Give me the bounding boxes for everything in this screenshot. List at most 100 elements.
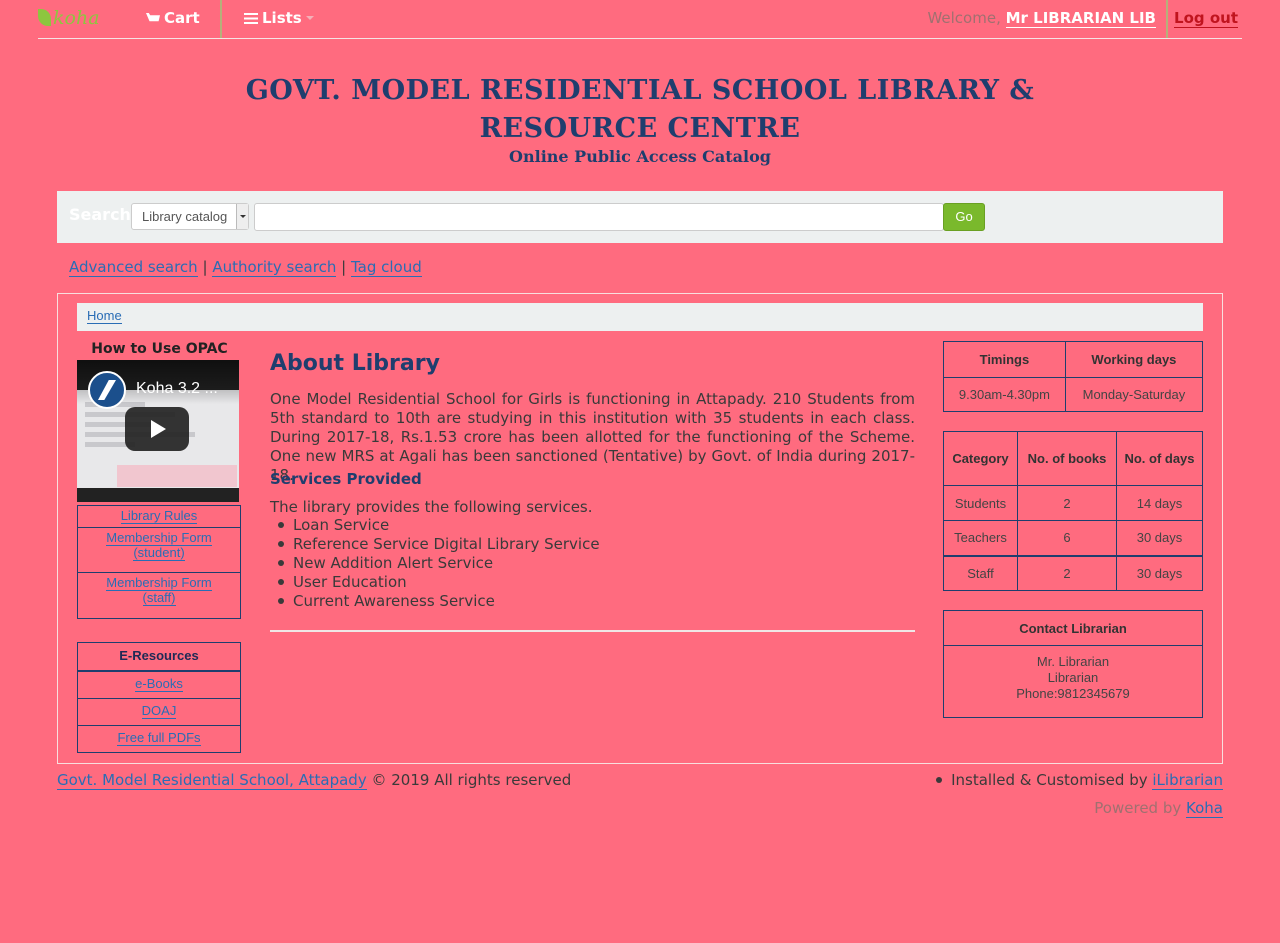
timings-header: Timings (943, 341, 1066, 378)
e-resources-heading: E-Resources (77, 642, 241, 672)
e-resources-cell: e-Books (78, 671, 241, 699)
library-rules-table: Library Rules Membership Form (student) … (77, 505, 241, 619)
books-cell: 2 (1017, 485, 1117, 521)
welcome-text: Welcome, Mr LIBRARIAN LIB (927, 9, 1156, 28)
cart-icon (146, 13, 160, 22)
membership-form-student-link[interactable]: Membership Form (student) (106, 530, 212, 561)
service-item: New Addition Alert Service (278, 554, 600, 573)
about-heading: About Library (270, 351, 440, 376)
username-link[interactable]: Mr LIBRARIAN LIB (1005, 9, 1156, 28)
table-row: Staff 2 30 days (943, 554, 1203, 591)
lists-dropdown[interactable]: Lists (244, 9, 314, 27)
timings-value: 9.30am-4.30pm (943, 377, 1066, 412)
advanced-search-link[interactable]: Advanced search (69, 258, 198, 277)
rules-cell: Library Rules (78, 506, 241, 528)
header-subtitle: Online Public Access Catalog (509, 147, 771, 166)
go-button[interactable]: Go (943, 203, 985, 231)
contact-heading: Contact Librarian (943, 610, 1203, 646)
installed-text: Installed & Customised by (951, 771, 1148, 789)
channel-avatar-icon[interactable] (88, 371, 126, 409)
search-links: Advanced search | Authority search | Tag… (69, 258, 422, 277)
library-header: GOVT. MODEL RESIDENTIAL SCHOOL LIBRARY &… (0, 72, 1280, 166)
category-header: Category (943, 431, 1018, 486)
table-row: Students 2 14 days (943, 485, 1203, 521)
rules-cell: Membership Form (staff) (77, 572, 241, 619)
timings-table: Timings Working days 9.30am-4.30pm Monda… (943, 341, 1204, 412)
loan-limits-table: Category No. of books No. of days Studen… (943, 431, 1203, 591)
days-cell: 30 days (1116, 554, 1203, 591)
ilibrarian-link[interactable]: iLibrarian (1152, 771, 1223, 790)
footer-credits: Installed & Customised by iLibrarian (936, 771, 1223, 790)
main-content: Home How to Use OPAC Koha 3.2 ... Librar… (57, 293, 1223, 764)
contact-role: Librarian (1047, 670, 1099, 685)
e-resources-cell: DOAJ (77, 698, 241, 726)
contact-details: Mr. Librarian Librarian Phone:9812345679 (943, 645, 1203, 718)
days-header: No. of days (1116, 431, 1203, 486)
welcome-label: Welcome, (927, 9, 1001, 27)
play-button-icon[interactable] (125, 407, 189, 451)
video-title[interactable]: Koha 3.2 ... (136, 380, 218, 398)
logout-link[interactable]: Log out (1174, 9, 1238, 28)
free-pdfs-link[interactable]: Free full PDFs (117, 730, 201, 746)
rights-text: © 2019 All rights reserved (371, 771, 572, 789)
cart-label: Cart (164, 9, 200, 27)
thumbnail-highlight (117, 465, 237, 487)
header-title-line1: GOVT. MODEL RESIDENTIAL SCHOOL LIBRARY & (245, 75, 1035, 106)
koha-logo[interactable]: koha (38, 7, 100, 29)
authority-search-link[interactable]: Authority search (212, 258, 337, 277)
search-bar: Search Library catalog Go (57, 191, 1223, 243)
powered-text: Powered by (1094, 799, 1182, 817)
ebooks-link[interactable]: e-Books (135, 676, 183, 692)
header-title-line2: RESOURCE CENTRE (479, 113, 801, 144)
library-rules-link[interactable]: Library Rules (120, 508, 198, 524)
footer-copyright: Govt. Model Residential School, Attapady… (57, 771, 572, 790)
opac-help-heading: How to Use OPAC (91, 341, 228, 357)
search-label: Search (69, 205, 131, 224)
powered-by: Powered by Koha (1094, 799, 1223, 818)
search-scope-value: Library catalog (142, 209, 228, 224)
search-input[interactable] (254, 203, 944, 231)
list-icon (244, 13, 258, 24)
link-separator: | (202, 258, 208, 276)
category-cell: Teachers (943, 520, 1018, 556)
service-item: Current Awareness Service (278, 592, 600, 611)
divider (270, 630, 915, 632)
contact-phone: Phone:9812345679 (1016, 686, 1130, 701)
breadcrumb-home-link[interactable]: Home (87, 308, 122, 324)
e-resources-cell: Free full PDFs (77, 725, 241, 753)
service-item: Reference Service Digital Library Servic… (278, 535, 600, 554)
school-link[interactable]: Govt. Model Residential School, Attapady (57, 771, 367, 790)
logo-text: koha (53, 7, 100, 29)
tag-cloud-link[interactable]: Tag cloud (350, 258, 422, 277)
service-item: User Education (278, 573, 600, 592)
services-intro: The library provides the following servi… (270, 498, 593, 516)
doaj-link[interactable]: DOAJ (141, 703, 177, 719)
contact-librarian-table: Contact Librarian Mr. Librarian Libraria… (943, 610, 1203, 718)
category-cell: Students (943, 485, 1018, 521)
services-heading: Services Provided (270, 470, 422, 488)
membership-form-staff-link[interactable]: Membership Form (staff) (106, 575, 212, 606)
search-scope-select[interactable]: Library catalog (131, 203, 249, 230)
nav-divider (1166, 0, 1168, 38)
service-item: Loan Service (278, 516, 600, 535)
days-cell: 14 days (1116, 485, 1203, 521)
services-list: Loan Service Reference Service Digital L… (278, 516, 600, 611)
category-cell: Staff (943, 554, 1018, 591)
working-days-value: Monday-Saturday (1064, 377, 1204, 412)
books-cell: 2 (1017, 554, 1117, 591)
table-row: Teachers 6 30 days (943, 520, 1203, 556)
dropdown-arrow-icon[interactable] (236, 204, 248, 229)
books-header: No. of books (1017, 431, 1117, 486)
cart-button[interactable]: Cart (146, 9, 200, 27)
koha-link[interactable]: Koha (1186, 799, 1223, 818)
video-embed[interactable]: Koha 3.2 ... (77, 360, 239, 502)
link-separator: | (341, 258, 347, 276)
contact-name: Mr. Librarian (1036, 654, 1110, 669)
caret-down-icon (305, 16, 314, 20)
lists-label: Lists (262, 9, 302, 27)
leaf-icon (38, 9, 51, 26)
days-cell: 30 days (1116, 520, 1203, 556)
e-resources-table: E-Resources e-Books DOAJ Free full PDFs (77, 642, 241, 753)
working-days-header: Working days (1064, 341, 1204, 378)
rules-cell: Membership Form (student) (77, 527, 241, 573)
